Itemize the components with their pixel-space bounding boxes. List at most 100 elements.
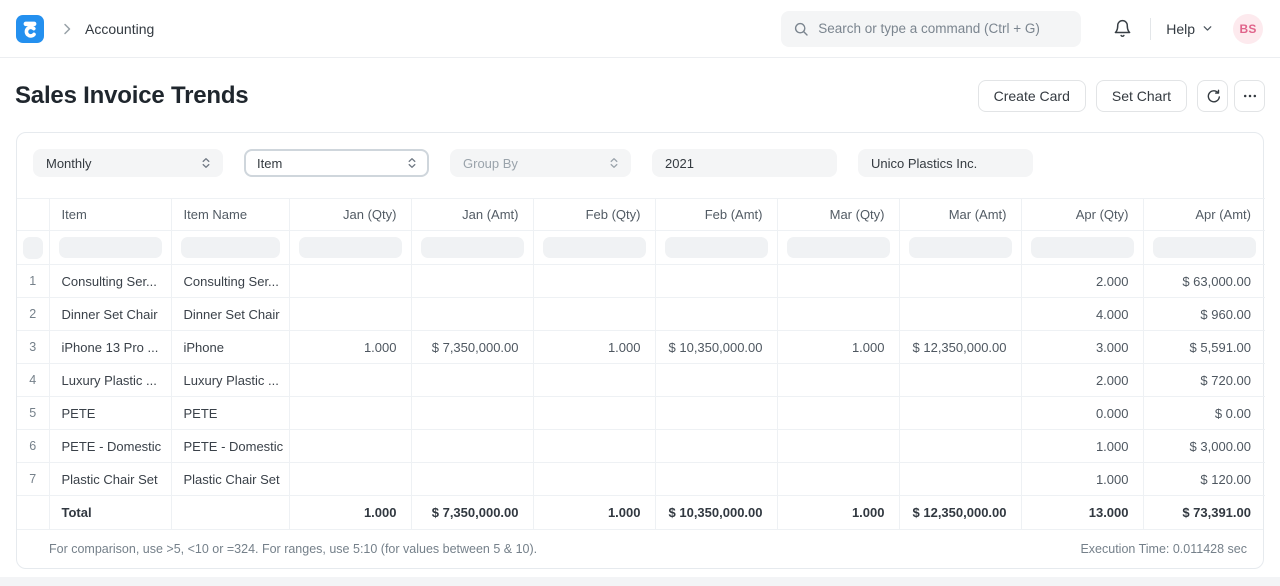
column-header[interactable]: Apr (Amt) — [1143, 199, 1265, 231]
cell[interactable] — [411, 430, 533, 463]
help-menu[interactable]: Help — [1166, 21, 1214, 37]
cell[interactable] — [899, 397, 1021, 430]
column-header[interactable]: Jan (Amt) — [411, 199, 533, 231]
cell[interactable]: Luxury Plastic ... — [49, 364, 171, 397]
notifications-bell-icon[interactable] — [1113, 19, 1132, 38]
cell[interactable]: $ 120.00 — [1143, 463, 1265, 496]
column-filter-input[interactable] — [421, 237, 524, 258]
company-field[interactable]: Unico Plastics Inc. — [858, 149, 1033, 177]
cell[interactable]: 1.000 — [1021, 463, 1143, 496]
cell[interactable]: 2.000 — [1021, 265, 1143, 298]
cell[interactable] — [655, 463, 777, 496]
cell[interactable] — [289, 430, 411, 463]
global-search[interactable] — [781, 11, 1081, 47]
menu-dots-button[interactable] — [1234, 80, 1265, 112]
column-filter-input[interactable] — [23, 237, 43, 259]
cell[interactable]: 3.000 — [1021, 331, 1143, 364]
column-header[interactable]: Feb (Amt) — [655, 199, 777, 231]
column-filter-input[interactable] — [543, 237, 646, 258]
cell[interactable]: 0.000 — [1021, 397, 1143, 430]
set-chart-button[interactable]: Set Chart — [1096, 80, 1187, 112]
cell[interactable] — [899, 298, 1021, 331]
column-filter-input[interactable] — [787, 237, 890, 258]
cell[interactable] — [411, 397, 533, 430]
column-filter-input[interactable] — [59, 237, 162, 258]
cell[interactable]: $ 5,591.00 — [1143, 331, 1265, 364]
cell[interactable]: Consulting Ser... — [171, 265, 289, 298]
cell[interactable]: $ 10,350,000.00 — [655, 331, 777, 364]
cell[interactable] — [777, 430, 899, 463]
column-filter-input[interactable] — [1153, 237, 1257, 258]
group-by-select[interactable]: Group By — [450, 149, 631, 177]
cell[interactable] — [777, 364, 899, 397]
search-input[interactable] — [818, 21, 1069, 36]
column-filter-input[interactable] — [909, 237, 1012, 258]
column-header[interactable]: Mar (Qty) — [777, 199, 899, 231]
column-filter-input[interactable] — [181, 237, 280, 258]
cell[interactable]: PETE - Domestic — [171, 430, 289, 463]
cell[interactable]: $ 0.00 — [1143, 397, 1265, 430]
cell[interactable] — [289, 265, 411, 298]
cell[interactable] — [289, 463, 411, 496]
cell[interactable]: $ 3,000.00 — [1143, 430, 1265, 463]
cell[interactable] — [533, 265, 655, 298]
cell[interactable]: Dinner Set Chair — [49, 298, 171, 331]
cell[interactable] — [777, 265, 899, 298]
cell[interactable]: PETE - Domestic — [49, 430, 171, 463]
cell[interactable] — [777, 298, 899, 331]
cell[interactable] — [655, 298, 777, 331]
column-header[interactable]: Item Name — [171, 199, 289, 231]
cell[interactable]: Plastic Chair Set — [49, 463, 171, 496]
column-filter-input[interactable] — [299, 237, 402, 258]
cell[interactable] — [411, 364, 533, 397]
cell[interactable] — [899, 265, 1021, 298]
cell[interactable]: 4.000 — [1021, 298, 1143, 331]
cell[interactable] — [289, 298, 411, 331]
cell[interactable]: 1.000 — [289, 331, 411, 364]
refresh-button[interactable] — [1197, 80, 1228, 112]
cell[interactable] — [533, 364, 655, 397]
column-header[interactable]: Mar (Amt) — [899, 199, 1021, 231]
column-header[interactable]: Item — [49, 199, 171, 231]
cell[interactable] — [533, 298, 655, 331]
cell[interactable]: 1.000 — [1021, 430, 1143, 463]
create-card-button[interactable]: Create Card — [978, 80, 1086, 112]
fiscal-year-field[interactable]: 2021 — [652, 149, 837, 177]
cell[interactable] — [289, 364, 411, 397]
based-on-select[interactable]: Item — [244, 149, 429, 177]
breadcrumb[interactable]: Accounting — [85, 21, 154, 37]
cell[interactable]: 1.000 — [533, 331, 655, 364]
cell[interactable]: $ 720.00 — [1143, 364, 1265, 397]
cell[interactable] — [655, 364, 777, 397]
cell[interactable]: PETE — [49, 397, 171, 430]
cell[interactable] — [533, 397, 655, 430]
cell[interactable] — [655, 430, 777, 463]
cell[interactable]: iPhone 13 Pro ... — [49, 331, 171, 364]
cell[interactable] — [777, 397, 899, 430]
cell[interactable]: Consulting Ser... — [49, 265, 171, 298]
cell[interactable] — [899, 364, 1021, 397]
erpnext-logo-icon[interactable] — [16, 15, 44, 43]
cell[interactable]: 2.000 — [1021, 364, 1143, 397]
cell[interactable]: $ 7,350,000.00 — [411, 331, 533, 364]
column-filter-input[interactable] — [665, 237, 768, 258]
column-header[interactable]: Feb (Qty) — [533, 199, 655, 231]
cell[interactable] — [411, 463, 533, 496]
cell[interactable]: Luxury Plastic ... — [171, 364, 289, 397]
cell[interactable] — [899, 463, 1021, 496]
user-avatar[interactable]: BS — [1233, 14, 1263, 44]
column-filter-input[interactable] — [1031, 237, 1134, 258]
cell[interactable] — [289, 397, 411, 430]
cell[interactable] — [899, 430, 1021, 463]
cell[interactable] — [533, 430, 655, 463]
cell[interactable]: Dinner Set Chair — [171, 298, 289, 331]
column-header[interactable]: Jan (Qty) — [289, 199, 411, 231]
cell[interactable] — [777, 463, 899, 496]
cell[interactable]: $ 12,350,000.00 — [899, 331, 1021, 364]
cell[interactable]: $ 960.00 — [1143, 298, 1265, 331]
cell[interactable]: $ 63,000.00 — [1143, 265, 1265, 298]
cell[interactable] — [655, 265, 777, 298]
cell[interactable] — [533, 463, 655, 496]
cell[interactable]: 1.000 — [777, 331, 899, 364]
cell[interactable]: iPhone — [171, 331, 289, 364]
